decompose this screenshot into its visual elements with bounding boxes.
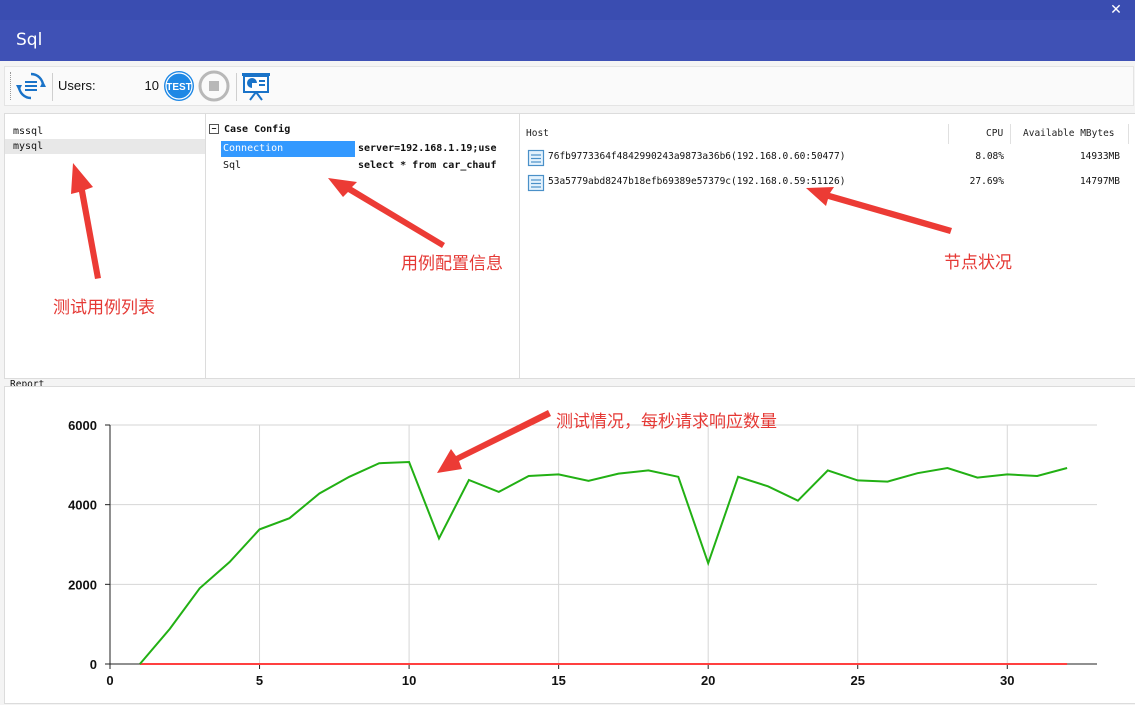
chart-axes: 0 5 10 15 20 25 30 0 2000 4000 6000 <box>68 418 1097 688</box>
y-tick-label: 2000 <box>68 577 97 592</box>
annotation-case-list: 测试用例列表 <box>53 298 155 318</box>
annotation-arrow <box>328 178 445 248</box>
annotation-arrow <box>806 187 952 234</box>
x-tick-label: 20 <box>701 673 715 688</box>
report-chart: 0 5 10 15 20 25 30 0 2000 4000 6000 <box>68 163 1097 688</box>
annotation-arrows <box>71 163 952 473</box>
y-tick-label: 6000 <box>68 418 97 433</box>
x-tick-label: 15 <box>551 673 565 688</box>
annotation-arrow <box>437 410 551 473</box>
x-tick-label: 25 <box>850 673 864 688</box>
y-tick-label: 0 <box>90 657 97 672</box>
x-tick-label: 10 <box>402 673 416 688</box>
chart-series <box>139 460 1068 665</box>
annotation-case-config: 用例配置信息 <box>401 254 503 274</box>
annotation-test-status: 测试情况，每秒请求响应数量 <box>556 412 777 432</box>
annotation-node-status: 节点状况 <box>944 253 1012 273</box>
y-tick-label: 4000 <box>68 498 97 513</box>
series-line-green <box>139 460 1068 665</box>
chart-gridlines <box>110 424 1097 664</box>
x-tick-label: 0 <box>106 673 113 688</box>
x-tick-label: 30 <box>1000 673 1014 688</box>
x-tick-label: 5 <box>256 673 263 688</box>
annotation-arrow <box>71 163 101 279</box>
